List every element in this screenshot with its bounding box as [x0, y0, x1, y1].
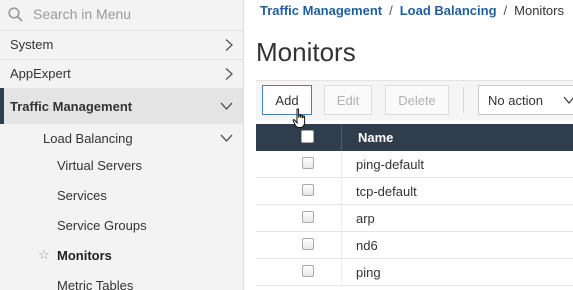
sidebar-item-metric-tables[interactable]: Metric Tables: [0, 271, 243, 290]
page-title: Monitors: [256, 37, 356, 67]
sidebar-item-label: Traffic Management: [10, 98, 133, 114]
sidebar: System AppExpert Traffic Management Load…: [0, 0, 244, 290]
row-name: tcp-default: [356, 184, 417, 199]
column-divider: [341, 151, 342, 178]
breadcrumb-link-load-balancing[interactable]: Load Balancing: [400, 3, 497, 18]
sidebar-item-label: Service Groups: [57, 217, 147, 233]
column-divider: [341, 232, 342, 259]
sidebar-item-label: Load Balancing: [43, 130, 133, 146]
menu-search: [0, 0, 243, 28]
sidebar-item-load-balancing[interactable]: Load Balancing: [0, 124, 243, 152]
table-row[interactable]: tcp-default: [256, 178, 573, 205]
breadcrumb-link-traffic-management[interactable]: Traffic Management: [260, 3, 382, 18]
sidebar-item-label: AppExpert: [10, 66, 71, 81]
column-divider: [341, 259, 342, 286]
sidebar-item-label: Services: [57, 187, 107, 203]
sidebar-item-services[interactable]: Services: [0, 181, 243, 209]
sidebar-item-traffic-management[interactable]: Traffic Management: [0, 88, 243, 124]
column-header-name[interactable]: Name: [358, 130, 393, 145]
table-row[interactable]: arp: [256, 205, 573, 232]
chevron-right-icon: [225, 67, 233, 80]
column-divider: [341, 205, 342, 232]
column-divider: [341, 178, 342, 205]
breadcrumb: Traffic Management / Load Balancing / Monito…: [260, 3, 564, 18]
sidebar-item-label: System: [10, 37, 54, 52]
chevron-right-icon: [225, 38, 233, 51]
star-icon[interactable]: ☆: [38, 247, 50, 263]
toolbar-divider: [463, 87, 464, 113]
action-select-value: No action: [488, 92, 543, 108]
row-name: ping: [356, 265, 381, 280]
breadcrumb-separator: /: [503, 3, 508, 18]
table-row[interactable]: ping: [256, 259, 573, 286]
sidebar-item-monitors[interactable]: ☆ Monitors: [0, 241, 243, 269]
row-checkbox[interactable]: [302, 211, 314, 223]
sidebar-item-appexpert[interactable]: AppExpert: [0, 59, 243, 87]
hand-cursor-icon: [292, 108, 306, 128]
table-row[interactable]: ping-default: [256, 151, 573, 178]
row-name: ping-default: [356, 157, 424, 172]
breadcrumb-current: Monitors: [514, 3, 564, 18]
sidebar-item-service-groups[interactable]: Service Groups: [0, 211, 243, 239]
delete-button[interactable]: Delete: [385, 85, 449, 115]
row-checkbox[interactable]: [302, 265, 314, 277]
row-name: arp: [356, 211, 375, 226]
row-name: nd6: [356, 238, 378, 253]
search-icon: [8, 6, 23, 22]
select-all-checkbox[interactable]: [301, 130, 314, 143]
menu-search-input[interactable]: [33, 6, 233, 22]
sidebar-item-system[interactable]: System: [0, 30, 243, 58]
table-row[interactable]: nd6: [256, 232, 573, 259]
breadcrumb-separator: /: [389, 3, 393, 18]
action-select[interactable]: No action: [478, 85, 573, 115]
sidebar-item-label: Metric Tables: [57, 277, 134, 290]
row-checkbox[interactable]: [302, 184, 314, 196]
sidebar-item-virtual-servers[interactable]: Virtual Servers: [0, 151, 243, 179]
chevron-down-icon: [563, 96, 573, 104]
sidebar-item-label: Monitors: [57, 247, 112, 263]
edit-button[interactable]: Edit: [324, 85, 372, 115]
column-divider: [341, 124, 342, 151]
chevron-down-icon: [220, 102, 233, 110]
row-checkbox[interactable]: [302, 157, 314, 169]
sidebar-item-label: Virtual Servers: [57, 157, 143, 173]
row-checkbox[interactable]: [302, 238, 314, 250]
chevron-down-icon: [220, 134, 233, 142]
